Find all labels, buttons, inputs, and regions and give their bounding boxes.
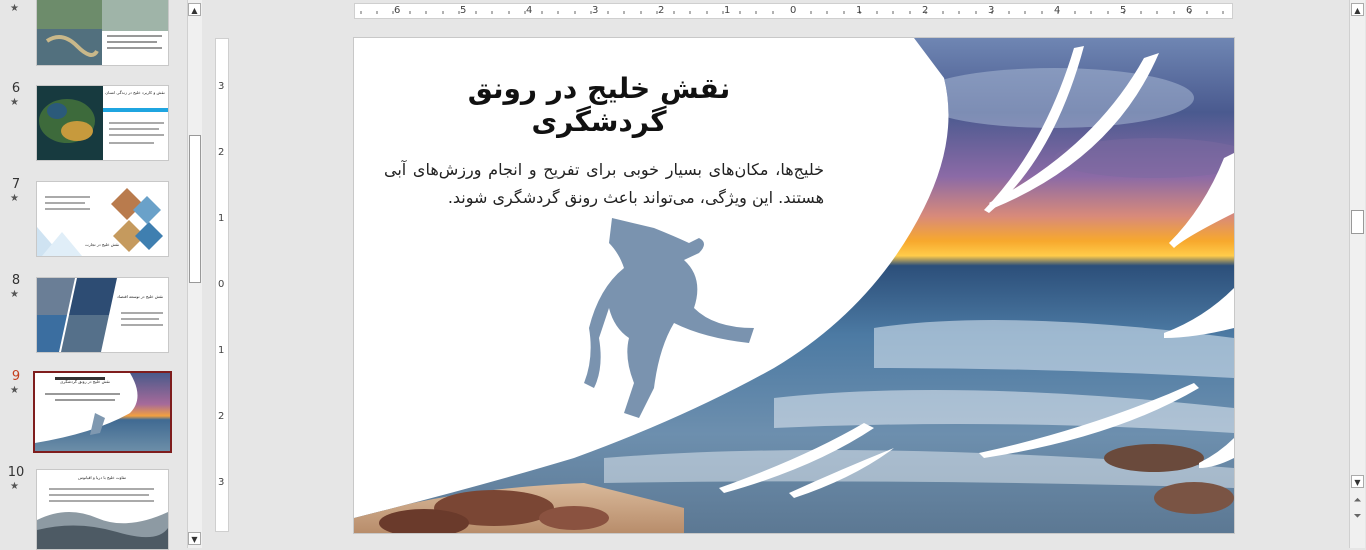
ruler-label: 6 [394,5,401,16]
slide-number-10: 10 [7,465,25,480]
scroll-down-arrow-icon[interactable]: ▼ [1351,475,1364,488]
slide-title[interactable]: نقش خلیج در رونق گردشگری [414,72,784,138]
vertical-ruler: 3 2 1 0 1 2 3 [215,38,229,532]
scroll-up-arrow-icon[interactable]: ▲ [188,3,201,16]
ruler-label: 2 [218,147,225,158]
slide-thumbnail-9-selected[interactable]: نقش خلیج در رونق گردشگری [33,371,172,453]
ruler-label: 3 [592,5,599,16]
slide-thumbnail-5[interactable] [36,0,169,66]
ruler-label: 6 [1186,5,1193,16]
scrollbar-thumb[interactable] [1351,210,1364,234]
slide-scrollbar[interactable]: ▲ ▼ ⏶ ⏷ [1349,0,1365,548]
thumbnail-scrollbar[interactable]: ▲ ▼ [187,0,202,548]
animation-star-icon: ★ [10,481,19,492]
thumbnail-coast-image [37,488,168,549]
slide-number-6: 6 [11,81,21,96]
ruler-label: 2 [658,5,665,16]
ruler-label: 3 [218,81,225,92]
thumbnail-satellite-image [37,86,168,160]
previous-slide-icon[interactable]: ⏶ [1351,494,1364,507]
ruler-label: 5 [460,5,467,16]
slide-thumbnail-10[interactable]: تفاوت خلیج با دریا و اقیانوس [36,469,169,550]
ruler-label: 1 [218,345,225,356]
animation-star-icon: ★ [10,3,19,14]
thumbnail-title: نقش و کاربرد خلیج در زندگی انسان [105,90,165,95]
slide-number-8: 8 [11,273,21,288]
ruler-label: 1 [218,213,225,224]
thumbnail-title: نقش خلیج در تجارت [85,242,119,247]
slide-thumbnail-6[interactable]: نقش و کاربرد خلیج در زندگی انسان [36,85,169,161]
scroll-down-arrow-icon[interactable]: ▼ [188,532,201,545]
thumbnail-title: نقش خلیج در توسعه اقتصاد [117,294,163,299]
slide-thumbnail-8[interactable]: نقش خلیج در توسعه اقتصاد [36,277,169,353]
slide-thumbnail-pane: ★ 6 ★ نقش و کاربرد خلیج در زندگی انسان 7… [0,0,205,550]
next-slide-icon[interactable]: ⏷ [1351,510,1364,523]
animation-star-icon: ★ [10,289,19,300]
ruler-label: 4 [526,5,533,16]
slide-body-text[interactable]: خلیج‌ها، مکان‌های بسیار خوبی برای تفریح … [384,156,824,212]
ruler-label: 0 [790,5,797,16]
thumbnail-beach-image [35,373,170,451]
ruler-label: 5 [1120,5,1127,16]
slide-number-7: 7 [11,177,21,192]
ruler-label: 3 [988,5,995,16]
thumbnail-title: تفاوت خلیج با دریا و اقیانوس [78,475,126,480]
thumbnail-photo-strip [37,278,163,352]
ruler-label: 2 [218,411,225,422]
ruler-label: 1 [724,5,731,16]
slide-thumbnail-7[interactable]: نقش خلیج در تجارت [36,181,169,257]
animation-star-icon: ★ [10,193,19,204]
slide-canvas[interactable]: نقش خلیج در رونق گردشگری خلیج‌ها، مکان‌ه… [353,37,1235,534]
scroll-up-arrow-icon[interactable]: ▲ [1351,3,1364,16]
ruler-label: 2 [922,5,929,16]
slide-number-9: 9 [11,369,21,384]
ruler-label: 4 [1054,5,1061,16]
ruler-label: 0 [218,279,225,290]
ruler-label: 1 [856,5,863,16]
horizontal-ruler: 6 5 4 3 2 1 0 1 2 3 4 5 6 [354,3,1233,19]
animation-star-icon: ★ [10,97,19,108]
thumbnail-title: نقش خلیج در رونق گردشگری [60,379,110,384]
thumbnail-map-image [37,0,168,65]
scrollbar-thumb[interactable] [189,135,201,283]
animation-star-icon: ★ [10,385,19,396]
ruler-label: 3 [218,477,225,488]
